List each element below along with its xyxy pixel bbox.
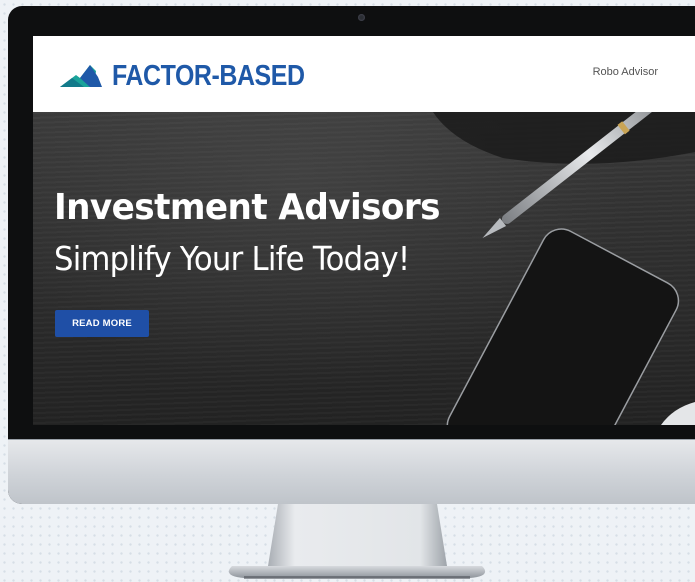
brand-name: FACTOR-BASED [112,59,305,92]
website-screen: FACTOR-BASED Robo Advisor Investment Adv… [33,36,695,425]
hero-subtitle: Simplify Your Life Today! [54,239,410,278]
read-more-button[interactable]: READ MORE [55,310,149,337]
camera-icon [358,14,365,21]
hero-title: Investment Advisors [54,187,440,228]
monitor-chin [8,439,695,504]
nav-link-robo-advisor[interactable]: Robo Advisor [593,66,658,78]
site-header: FACTOR-BASED Robo Advisor [33,36,695,112]
monitor-frame: FACTOR-BASED Robo Advisor Investment Adv… [8,6,695,504]
site-logo[interactable]: FACTOR-BASED [60,60,336,92]
mountain-logo-icon [60,65,102,87]
hero-banner: Investment Advisors Simplify Your Life T… [33,112,695,425]
